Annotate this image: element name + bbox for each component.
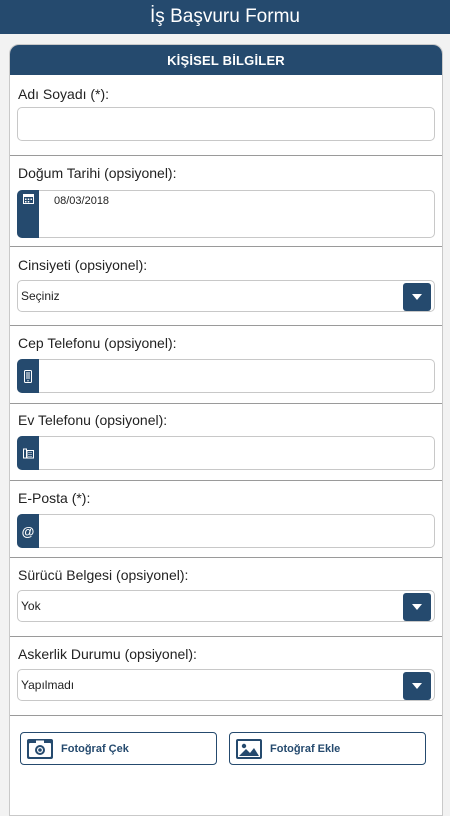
birth-date-label: Doğum Tarihi (opsiyonel): — [18, 165, 177, 181]
military-select[interactable]: Yapılmadı — [17, 669, 435, 701]
divider — [10, 325, 442, 326]
military-value: Yapılmadı — [21, 678, 75, 692]
chevron-down-icon[interactable] — [403, 672, 431, 700]
divider — [10, 557, 442, 558]
divider — [10, 715, 442, 716]
mobile-phone-icon — [17, 359, 39, 393]
gender-value: Seçiniz — [21, 289, 60, 303]
home-phone-input[interactable] — [17, 436, 435, 470]
driver-license-select[interactable]: Yok — [17, 590, 435, 622]
app-title-bar: İş Başvuru Formu — [0, 0, 450, 34]
chevron-down-icon[interactable] — [403, 593, 431, 621]
birth-date-input[interactable]: 08/03/2018 — [17, 190, 435, 238]
image-icon — [236, 738, 262, 759]
at-sign-icon: @ — [17, 514, 39, 548]
section-header: KİŞİSEL BİLGİLER — [10, 45, 442, 75]
divider — [10, 403, 442, 404]
email-label: E-Posta (*): — [18, 490, 91, 506]
camera-icon — [27, 738, 53, 759]
military-label: Askerlik Durumu (opsiyonel): — [18, 646, 197, 662]
gender-label: Cinsiyeti (opsiyonel): — [18, 257, 148, 273]
section-title: KİŞİSEL BİLGİLER — [167, 52, 285, 68]
divider — [10, 636, 442, 637]
mobile-phone-input[interactable] — [17, 359, 435, 393]
calendar-icon — [17, 190, 39, 238]
app-title: İş Başvuru Formu — [150, 6, 300, 27]
divider — [10, 155, 442, 156]
email-input[interactable]: @ — [17, 514, 435, 548]
at-sign-glyph: @ — [21, 523, 35, 539]
name-input[interactable] — [17, 107, 435, 141]
divider — [10, 246, 442, 247]
driver-license-value: Yok — [21, 599, 41, 613]
landline-phone-icon — [17, 436, 39, 470]
birth-date-value: 08/03/2018 — [54, 195, 110, 207]
take-photo-label: Fotoğraf Çek — [61, 742, 129, 755]
home-phone-label: Ev Telefonu (opsiyonel): — [18, 412, 168, 428]
chevron-down-icon[interactable] — [403, 283, 431, 311]
personal-info-card: KİŞİSEL BİLGİLER Adı Soyadı (*): Doğum T… — [9, 44, 443, 816]
mobile-phone-label: Cep Telefonu (opsiyonel): — [18, 335, 177, 351]
name-label: Adı Soyadı (*): — [18, 86, 110, 102]
gender-select[interactable]: Seçiniz — [17, 280, 435, 312]
driver-license-label: Sürücü Belgesi (opsiyonel): — [18, 567, 189, 583]
take-photo-button[interactable]: Fotoğraf Çek — [20, 732, 217, 765]
add-photo-button[interactable]: Fotoğraf Ekle — [229, 732, 426, 765]
divider — [10, 480, 442, 481]
add-photo-label: Fotoğraf Ekle — [270, 742, 341, 755]
